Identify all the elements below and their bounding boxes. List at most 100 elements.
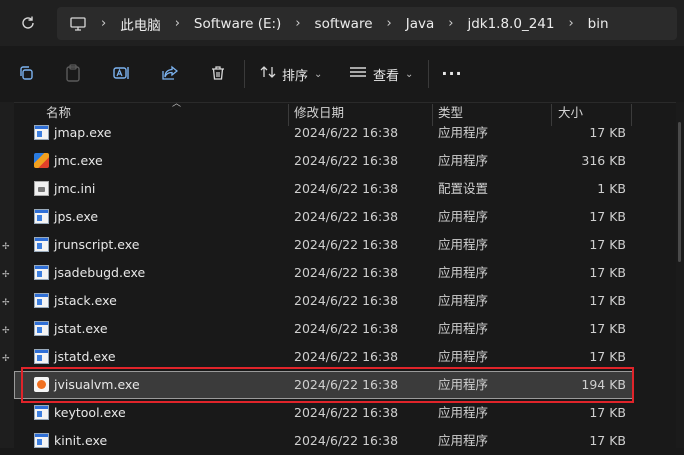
file-type: 应用程序 [438,125,489,140]
breadcrumb-item-drive[interactable]: Software (E:) [194,16,281,32]
exe-file-icon [34,125,49,140]
file-type: 应用程序 [438,209,489,224]
exe-file-icon [34,293,49,308]
file-type: 应用程序 [438,237,489,252]
copy-icon[interactable] [15,62,37,84]
ini-file-icon [34,181,49,196]
more-options-button[interactable]: ··· [441,62,463,84]
exe-file-icon [34,237,49,252]
chevron-right-icon: › [174,16,180,31]
file-name: jmc.ini [54,181,96,196]
file-type: 应用程序 [438,153,489,168]
file-row[interactable]: keytool.exe 2024/6/22 16:38 应用程序 17 KB [14,399,634,427]
view-label: 查看 [373,68,400,84]
delete-icon[interactable] [207,62,229,84]
file-type: 配置设置 [438,181,489,196]
file-date: 2024/6/22 16:38 [294,265,399,280]
file-type: 应用程序 [438,405,489,420]
chevron-right-icon: › [101,16,107,31]
toolbar-divider [428,60,429,88]
file-row[interactable]: jvisualvm.exe 2024/6/22 16:38 应用程序 194 KB [14,371,634,399]
share-icon[interactable] [159,62,181,84]
file-size: 17 KB [589,321,626,336]
file-size: 316 KB [581,153,626,168]
file-name: jstack.exe [54,293,117,308]
chevron-right-icon: › [295,16,301,31]
file-row[interactable]: jmc.exe 2024/6/22 16:38 应用程序 316 KB [14,147,634,175]
exe-file-icon [34,209,49,224]
file-row[interactable]: jstatd.exe 2024/6/22 16:38 应用程序 17 KB [14,343,634,371]
file-row[interactable]: jsadebugd.exe 2024/6/22 16:38 应用程序 17 KB [14,259,634,287]
scrollbar[interactable] [676,102,684,448]
pin-icon: ✢ [2,298,10,308]
pin-icon: ✢ [2,326,10,336]
file-name: jrunscript.exe [54,237,140,252]
breadcrumb-item-java[interactable]: Java [406,16,435,32]
file-row[interactable]: jmap.exe 2024/6/22 16:38 应用程序 17 KB [14,119,634,147]
file-row[interactable]: jmc.ini 2024/6/22 16:38 配置设置 1 KB [14,175,634,203]
exe-file-icon [34,265,49,280]
file-name: jps.exe [54,209,99,224]
file-size: 17 KB [589,293,626,308]
file-row[interactable]: jstack.exe 2024/6/22 16:38 应用程序 17 KB [14,287,634,315]
file-size: 17 KB [589,237,626,252]
file-date: 2024/6/22 16:38 [294,321,399,336]
sort-button[interactable]: 排序 ⌄ [260,60,322,88]
file-type: 应用程序 [438,377,489,392]
exe-file-icon [34,321,49,336]
file-size: 17 KB [589,405,626,420]
sort-label: 排序 [282,68,309,84]
paste-icon[interactable] [62,62,84,84]
file-name: jmc.exe [54,153,103,168]
file-name: jstat.exe [54,321,108,336]
file-date: 2024/6/22 16:38 [294,433,399,448]
file-name: jmap.exe [54,125,112,140]
file-date: 2024/6/22 16:38 [294,125,399,140]
file-name: keytool.exe [54,405,126,420]
computer-icon [69,15,87,33]
file-name: jstatd.exe [54,349,116,364]
view-button[interactable]: 查看 ⌄ [349,60,413,88]
file-row[interactable]: kinit.exe 2024/6/22 16:38 应用程序 17 KB [14,427,634,455]
breadcrumb-item-bin[interactable]: bin [588,16,609,32]
sort-icon [260,65,276,83]
command-toolbar: 排序 ⌄ 查看 ⌄ ··· [0,46,684,103]
file-row[interactable]: jstat.exe 2024/6/22 16:38 应用程序 17 KB [14,315,634,343]
file-name: jsadebugd.exe [54,265,146,280]
file-name: kinit.exe [54,433,108,448]
breadcrumb-item-software[interactable]: software [315,16,373,32]
file-size: 17 KB [589,349,626,364]
navigation-pane: ✢ ✢ ✢ ✢ ✢ [0,102,14,448]
pin-icon: ✢ [2,270,10,280]
exe-file-icon [34,349,49,364]
file-date: 2024/6/22 16:38 [294,209,399,224]
breadcrumb-item-jdk[interactable]: jdk1.8.0_241 [467,16,554,32]
file-date: 2024/6/22 16:38 [294,153,399,168]
file-size: 17 KB [589,209,626,224]
exe-file-icon [34,153,49,168]
scrollbar-thumb[interactable] [678,122,681,262]
file-row[interactable]: jrunscript.exe 2024/6/22 16:38 应用程序 17 KB [14,231,634,259]
file-type: 应用程序 [438,321,489,336]
file-size: 17 KB [589,433,626,448]
file-type: 应用程序 [438,265,489,280]
chevron-down-icon: ⌄ [314,68,323,80]
file-date: 2024/6/22 16:38 [294,405,399,420]
chevron-down-icon: ⌄ [405,68,414,80]
address-bar-area: › 此电脑 › Software (E:) › software › Java … [0,0,684,46]
file-date: 2024/6/22 16:38 [294,293,399,308]
chevron-right-icon: › [448,16,454,31]
file-date: 2024/6/22 16:38 [294,237,399,252]
rename-icon[interactable] [111,62,133,84]
file-row[interactable]: jps.exe 2024/6/22 16:38 应用程序 17 KB [14,203,634,231]
file-type: 应用程序 [438,433,489,448]
pin-icon: ✢ [2,242,10,252]
file-size: 17 KB [589,125,626,140]
toolbar-divider [244,60,245,88]
refresh-icon[interactable] [17,12,39,34]
exe-file-icon [34,433,49,448]
view-icon [349,66,367,82]
address-bar[interactable]: › 此电脑 › Software (E:) › software › Java … [57,7,677,40]
breadcrumb-item-this-pc[interactable]: 此电脑 [120,14,161,34]
breadcrumb: › 此电脑 › Software (E:) › software › Java … [69,7,609,40]
